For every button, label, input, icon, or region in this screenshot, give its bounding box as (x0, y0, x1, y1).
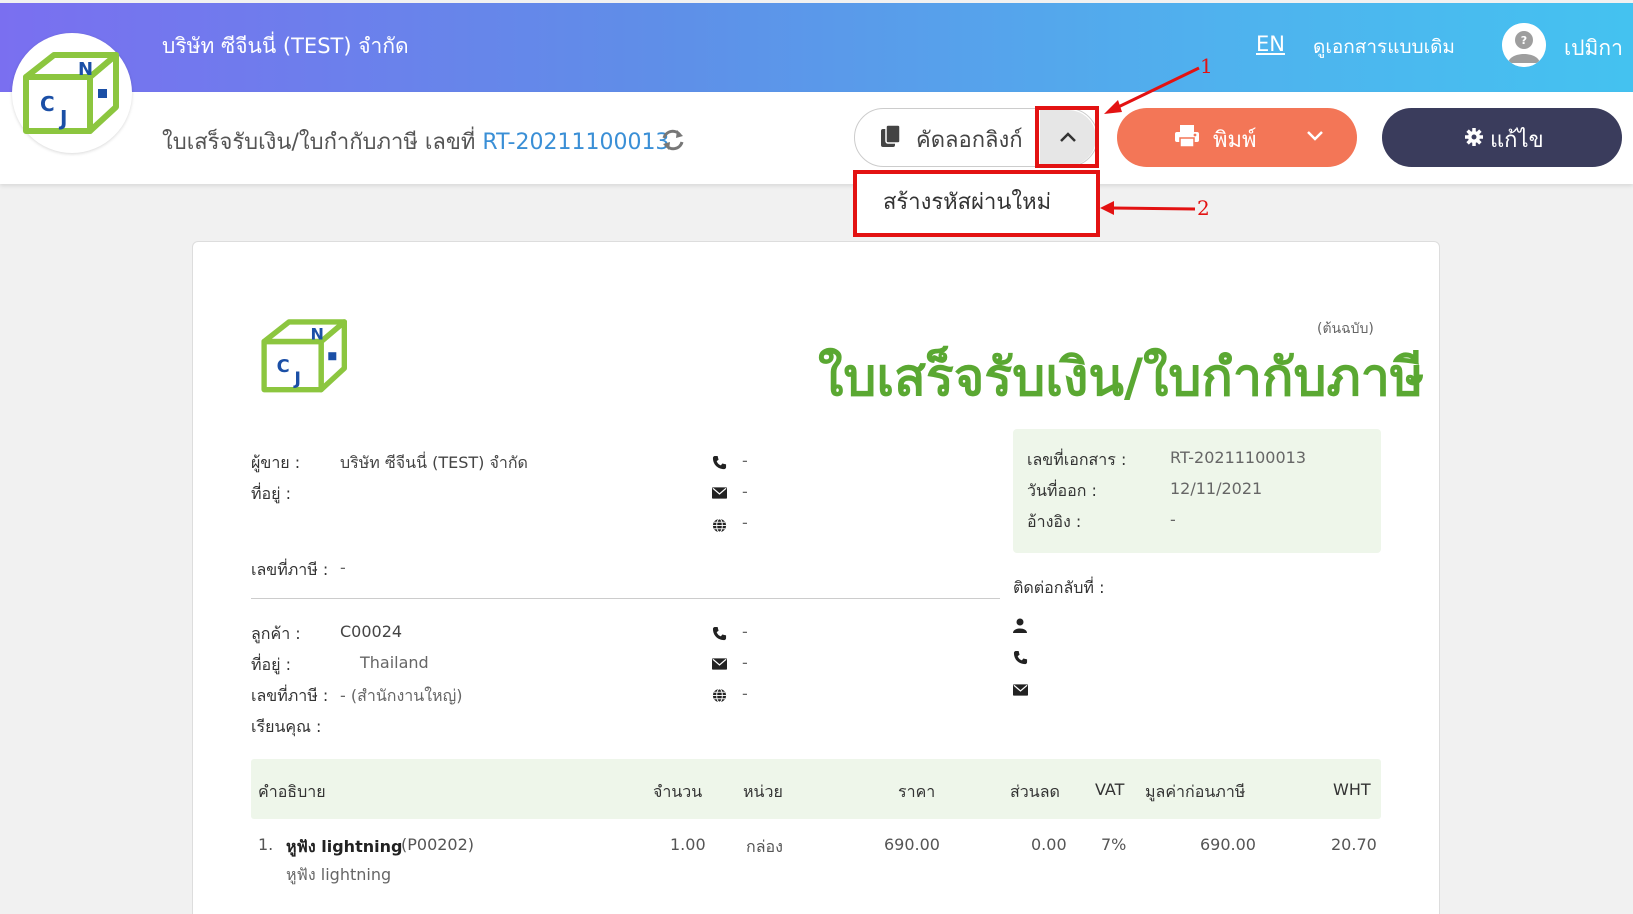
customer-envelope-icon (712, 658, 727, 670)
seller-address-label: ที่อยู่ : (251, 484, 292, 503)
row-number: 1. (258, 835, 274, 854)
customer-address-value: Thailand (360, 653, 429, 672)
envelope-icon (712, 487, 727, 499)
annotation-number-1: 1 (1200, 54, 1213, 78)
section-divider (251, 598, 1000, 599)
customer-value: C00024 (340, 622, 403, 641)
document-heading: ใบเสร็จรับเงิน/ใบกำกับภาษี (818, 348, 1425, 408)
seller-web-value: - (742, 513, 748, 532)
column-header-vat: VAT (1095, 780, 1125, 799)
item-code: (P00202) (401, 835, 475, 854)
seller-tax-label: เลขที่ภาษี : (251, 560, 329, 579)
annotation-number-2: 2 (1197, 196, 1210, 220)
item-description: หูฟัง lightning (286, 865, 392, 884)
column-header-price: ราคา (898, 782, 936, 801)
column-header-discount: ส่วนลด (1010, 782, 1060, 801)
item-pretax: 690.00 (1200, 835, 1256, 854)
contact-phone-icon (1013, 650, 1028, 665)
customer-phone-icon (712, 626, 727, 641)
document-logo-icon: N C J (261, 319, 347, 393)
contact-label: ติดต่อกลับที่ : (1013, 578, 1105, 597)
item-vat: 7% (1101, 835, 1127, 854)
item-wht: 20.70 (1331, 835, 1377, 854)
customer-address-label: ที่อยู่ : (251, 655, 292, 674)
customer-globe-icon (712, 688, 727, 703)
issue-date-label: วันที่ออก : (1027, 481, 1097, 500)
svg-text:J: J (293, 368, 301, 389)
person-icon (1013, 618, 1027, 633)
customer-phone-value: - (742, 622, 748, 641)
issue-date-value: 12/11/2021 (1170, 479, 1263, 498)
seller-label: ผู้ขาย : (251, 453, 301, 472)
customer-web-value: - (742, 684, 748, 703)
item-price: 690.00 (884, 835, 940, 854)
column-header-quantity: จำนวน (653, 782, 703, 801)
item-unit: กล่อง (746, 837, 783, 856)
seller-value: บริษัท ซีจีนนี่ (TEST) จำกัด (340, 453, 528, 472)
customer-tax-label: เลขที่ภาษี : (251, 686, 329, 705)
seller-phone-value: - (742, 451, 748, 470)
customer-tax-value: - (สำนักงานใหญ่) (340, 686, 463, 705)
item-quantity: 1.00 (670, 835, 706, 854)
column-header-wht: WHT (1333, 780, 1371, 799)
item-name: หูฟัง lightning (286, 837, 403, 856)
column-header-unit: หน่วย (743, 782, 783, 801)
contact-envelope-icon (1013, 684, 1028, 696)
phone-icon (712, 455, 727, 470)
seller-tax-value: - (340, 558, 346, 577)
customer-email-value: - (742, 653, 748, 672)
reference-label: อ้างอิง : (1027, 512, 1082, 531)
attention-label: เรียนคุณ : (251, 717, 322, 736)
column-header-pretax: มูลค่าก่อนภาษี (1145, 782, 1246, 801)
svg-text:C: C (277, 356, 290, 377)
column-header-description: คำอธิบาย (258, 782, 326, 801)
docno-value: RT-20211100013 (1170, 448, 1307, 467)
globe-icon (712, 518, 727, 533)
reference-value: - (1170, 510, 1176, 529)
item-discount: 0.00 (1031, 835, 1067, 854)
svg-text:N: N (310, 325, 323, 344)
customer-label: ลูกค้า : (251, 624, 301, 643)
docno-label: เลขที่เอกสาร : (1027, 450, 1127, 469)
seller-email-value: - (742, 482, 748, 501)
